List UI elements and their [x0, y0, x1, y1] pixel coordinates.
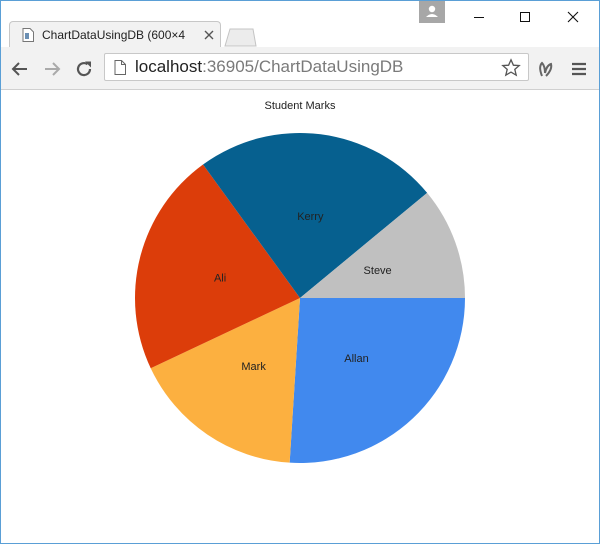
page-icon — [114, 60, 126, 75]
reload-icon[interactable] — [74, 59, 94, 79]
user-icon — [426, 5, 438, 17]
profile-button[interactable] — [419, 1, 445, 23]
browser-toolbar: localhost:36905/ChartDataUsingDB — [1, 47, 599, 90]
tab-title: ChartDataUsingDB (600×4 — [42, 28, 186, 42]
browser-window: ChartDataUsingDB (600×4 localhost:36905/… — [0, 0, 600, 544]
new-tab-button[interactable] — [223, 27, 257, 47]
close-icon[interactable] — [203, 29, 215, 41]
maximize-icon — [520, 12, 530, 22]
address-bar[interactable]: localhost:36905/ChartDataUsingDB — [104, 53, 529, 81]
close-window-button[interactable] — [551, 1, 595, 33]
arrow-left-icon[interactable] — [10, 59, 30, 79]
star-icon[interactable] — [501, 58, 521, 78]
pie-slice-allan — [289, 298, 465, 463]
hamburger-menu-icon[interactable] — [569, 59, 589, 79]
browser-tab[interactable]: ChartDataUsingDB (600×4 — [9, 21, 221, 48]
slice-label-allan: Allan — [344, 353, 368, 365]
slice-label-mark: Mark — [241, 361, 266, 373]
minimize-button[interactable] — [457, 1, 501, 33]
url-path: :36905/ChartDataUsingDB — [202, 57, 404, 76]
url-host: localhost — [135, 57, 203, 76]
page-icon — [22, 28, 34, 42]
url-text[interactable]: localhost:36905/ChartDataUsingDB — [135, 57, 403, 77]
slice-label-kerry: Kerry — [297, 211, 324, 223]
page-content: Allan Mark Ali Kerry Steve Student Marks — [1, 90, 599, 543]
extension-icon[interactable] — [536, 59, 556, 79]
chart-title: Student Marks — [264, 100, 336, 112]
minimize-icon — [474, 17, 484, 18]
arrow-right-icon[interactable] — [42, 59, 62, 79]
maximize-button[interactable] — [503, 1, 547, 33]
close-icon — [567, 11, 579, 23]
slice-label-steve: Steve — [364, 265, 392, 277]
pie-chart: Allan Mark Ali Kerry Steve — [135, 133, 465, 463]
title-bar: ChartDataUsingDB (600×4 — [1, 1, 599, 48]
slice-label-ali: Ali — [214, 272, 226, 284]
